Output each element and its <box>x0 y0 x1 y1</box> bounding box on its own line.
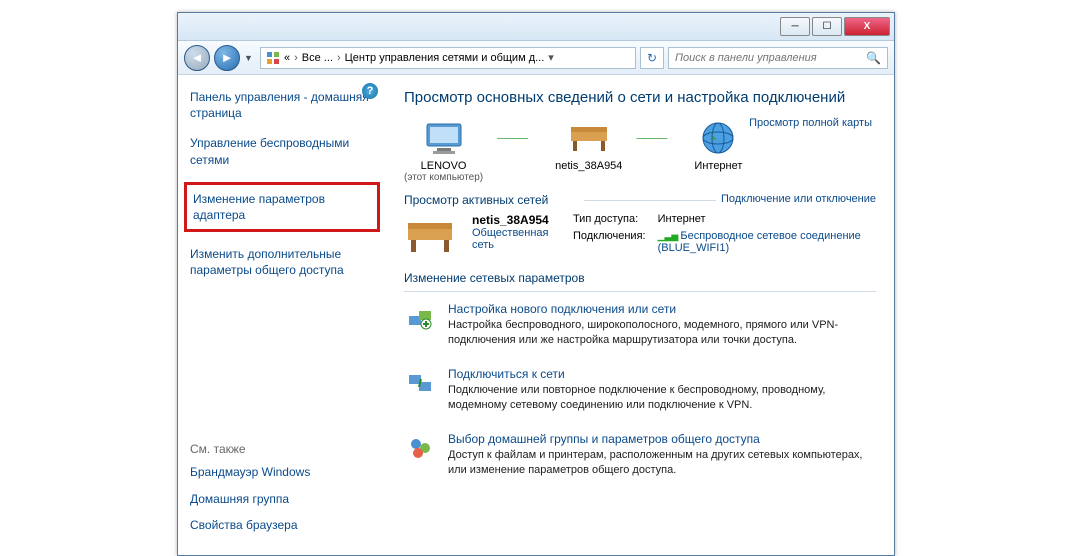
breadcrumb-sep: › <box>290 52 302 64</box>
param-desc: Доступ к файлам и принтерам, расположенн… <box>448 448 876 479</box>
connections-value: ▁▃▅Беспроводное сетевое соединение (BLUE… <box>658 230 876 257</box>
signal-icon: ▁▃▅ <box>658 231 679 241</box>
globe-icon <box>694 118 742 158</box>
section-title-text: Просмотр активных сетей <box>404 193 548 207</box>
titlebar: ─ ☐ X <box>178 13 894 41</box>
param-desc: Подключение или повторное подключение к … <box>448 383 876 414</box>
param-desc: Настройка беспроводного, широкополосного… <box>448 318 876 349</box>
change-params-title: Изменение сетевых параметров <box>404 271 876 285</box>
node-this-computer: LENOVO (этот компьютер) <box>404 118 483 183</box>
new-connection-icon <box>404 302 436 334</box>
network-name: netis_38A954 <box>472 213 557 227</box>
body: ? Панель управления - домашняя страница … <box>178 75 894 555</box>
help-icon[interactable]: ? <box>362 83 378 99</box>
bench-icon <box>565 118 613 158</box>
sidebar-sharing[interactable]: Изменить дополнительные параметры общего… <box>190 246 374 278</box>
search-box[interactable]: 🔍 <box>668 47 888 69</box>
computer-icon <box>420 118 468 158</box>
breadcrumb-seg1[interactable]: Все ... <box>302 52 333 64</box>
network-info: netis_38A954 Общественная сеть <box>472 213 557 257</box>
close-button[interactable]: X <box>844 17 890 36</box>
homegroup-icon <box>404 432 436 464</box>
maximize-button[interactable]: ☐ <box>812 17 842 36</box>
see-also: См. также Брандмауэр Windows Домашняя гр… <box>190 442 374 543</box>
sidebar-wireless[interactable]: Управление беспроводными сетями <box>190 135 374 167</box>
param-title[interactable]: Подключиться к сети <box>448 367 876 381</box>
access-type-label: Тип доступа: <box>573 213 646 228</box>
connector-icon <box>497 118 541 158</box>
nav-forward-button[interactable]: ► <box>214 45 240 71</box>
sidebar: ? Панель управления - домашняя страница … <box>178 75 386 555</box>
node-label: netis_38A954 <box>555 160 622 172</box>
param-new-connection: Настройка нового подключения или сети На… <box>404 302 876 349</box>
param-title[interactable]: Настройка нового подключения или сети <box>448 302 876 316</box>
node-label: LENOVO <box>404 160 483 172</box>
param-connect-network: Подключиться к сети Подключение или повт… <box>404 367 876 414</box>
connection-link[interactable]: Беспроводное сетевое соединение (BLUE_WI… <box>658 230 861 254</box>
connections-label: Подключения: <box>573 230 646 257</box>
nav-back-button[interactable]: ◄ <box>184 45 210 71</box>
breadcrumb-sep: › <box>333 52 345 64</box>
access-type-value: Интернет <box>658 213 876 228</box>
window: ─ ☐ X ◄ ► ▼ « › Все ... › Центр управлен… <box>177 12 895 556</box>
network-details: Тип доступа: Интернет Подключения: ▁▃▅Бе… <box>573 213 876 257</box>
see-also-title: См. также <box>190 442 374 456</box>
nav-history-dropdown[interactable]: ▼ <box>244 53 256 63</box>
sidebar-adapter-settings[interactable]: Изменение параметров адаптера <box>184 182 380 232</box>
minimize-button[interactable]: ─ <box>780 17 810 36</box>
node-internet: Интернет <box>694 118 742 172</box>
connect-network-icon <box>404 367 436 399</box>
active-networks-title: Просмотр активных сетей Подключение или … <box>404 193 876 207</box>
node-router: netis_38A954 <box>555 118 622 172</box>
connect-disconnect-link[interactable]: Подключение или отключение <box>721 193 876 205</box>
network-type-link[interactable]: Общественная сеть <box>472 227 557 251</box>
search-input[interactable] <box>675 52 866 64</box>
content: Просмотр основных сведений о сети и наст… <box>386 75 894 555</box>
divider <box>404 291 876 292</box>
sidebar-homegroup[interactable]: Домашняя группа <box>190 491 374 507</box>
breadcrumb-dropdown[interactable]: ▾ <box>544 51 558 64</box>
sidebar-browser[interactable]: Свойства браузера <box>190 517 374 533</box>
control-panel-icon <box>265 50 281 66</box>
view-full-map-link[interactable]: Просмотр полной карты <box>749 117 872 129</box>
navbar: ◄ ► ▼ « › Все ... › Центр управления сет… <box>178 41 894 75</box>
breadcrumb-seg2[interactable]: Центр управления сетями и общим д... <box>345 52 545 64</box>
node-sublabel: (этот компьютер) <box>404 172 483 183</box>
param-homegroup: Выбор домашней группы и параметров общег… <box>404 432 876 479</box>
connector-icon <box>636 118 680 158</box>
sidebar-firewall[interactable]: Брандмауэр Windows <box>190 464 374 480</box>
node-label: Интернет <box>694 160 742 172</box>
bench-icon <box>404 213 456 257</box>
active-network: netis_38A954 Общественная сеть Тип досту… <box>404 213 876 257</box>
search-icon: 🔍 <box>866 51 881 65</box>
refresh-button[interactable]: ↻ <box>640 47 664 69</box>
param-title[interactable]: Выбор домашней группы и параметров общег… <box>448 432 876 446</box>
breadcrumb[interactable]: « › Все ... › Центр управления сетями и … <box>260 47 636 69</box>
page-title: Просмотр основных сведений о сети и наст… <box>404 89 876 106</box>
sidebar-home[interactable]: Панель управления - домашняя страница <box>190 89 374 121</box>
